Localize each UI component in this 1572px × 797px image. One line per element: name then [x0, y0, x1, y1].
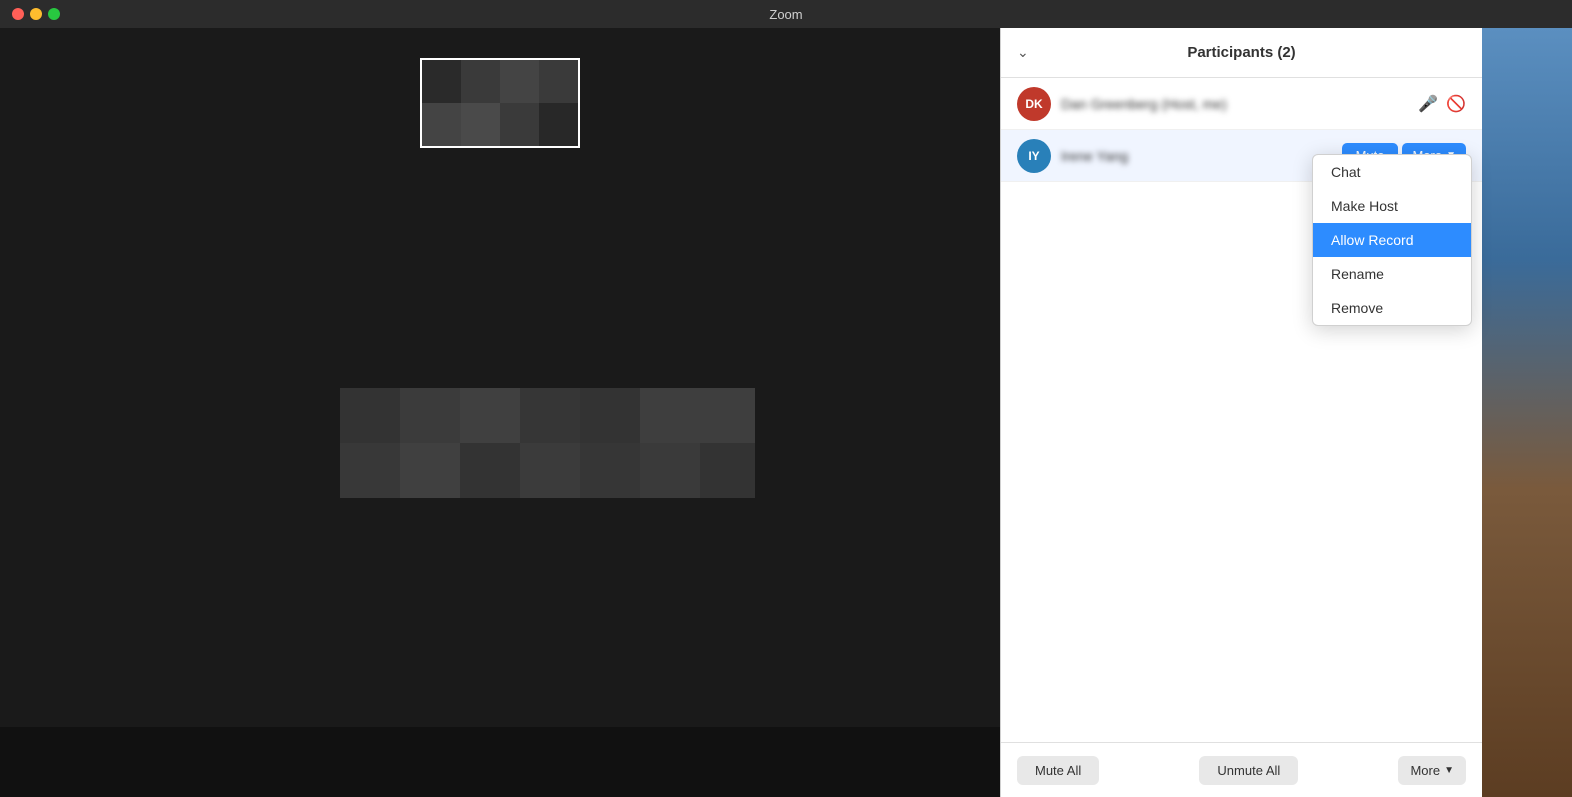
video-cell	[422, 60, 461, 103]
dropdown-item-chat[interactable]: Chat	[1313, 155, 1471, 189]
video-cell	[520, 443, 580, 498]
video-aside-block	[700, 388, 755, 498]
video-cell	[520, 388, 580, 443]
video-area	[0, 28, 1000, 797]
video-cell	[400, 443, 460, 498]
video-cell	[461, 103, 500, 146]
dropdown-item-make-host[interactable]: Make Host	[1313, 189, 1471, 223]
video-cell	[539, 103, 578, 146]
video-main-block	[340, 388, 700, 498]
avatar: IY	[1017, 139, 1051, 173]
window-title: Zoom	[769, 7, 802, 22]
traffic-lights	[12, 8, 60, 20]
microphone-icon: 🎤	[1418, 94, 1438, 114]
video-cell	[400, 388, 460, 443]
video-cell	[460, 388, 520, 443]
maximize-button[interactable]	[48, 8, 60, 20]
video-cell	[539, 60, 578, 103]
participant-name: Irene Yang	[1061, 148, 1342, 164]
video-cell	[340, 443, 400, 498]
dropdown-item-rename[interactable]: Rename	[1313, 257, 1471, 291]
video-cell	[640, 443, 700, 498]
panel-header: ⌄ Participants (2)	[1001, 28, 1482, 78]
video-cell	[461, 60, 500, 103]
video-cell	[460, 443, 520, 498]
participant-row: DK Dan Greenberg (Host, me) 🎤 🚫	[1001, 78, 1482, 130]
dropdown-item-allow-record[interactable]: Allow Record	[1313, 223, 1471, 257]
panel-footer: Mute All Unmute All More ▼	[1001, 742, 1482, 797]
video-cell	[700, 443, 755, 498]
title-bar: Zoom	[0, 0, 1572, 28]
avatar: DK	[1017, 87, 1051, 121]
chevron-down-icon: ▼	[1444, 765, 1454, 776]
video-canvas	[0, 28, 1000, 727]
unmute-all-button[interactable]: Unmute All	[1199, 756, 1298, 785]
participant-icons: 🎤 🚫	[1418, 94, 1466, 114]
video-cell	[500, 60, 539, 103]
close-button[interactable]	[12, 8, 24, 20]
collapse-chevron-icon[interactable]: ⌄	[1017, 44, 1029, 61]
video-toolbar	[0, 727, 1000, 797]
video-cell	[340, 388, 400, 443]
video-cell	[422, 103, 461, 146]
video-cell	[640, 388, 700, 443]
video-off-icon: 🚫	[1446, 94, 1466, 114]
footer-more-button[interactable]: More ▼	[1398, 756, 1466, 785]
video-cell	[700, 388, 755, 443]
video-thumbnail-top	[420, 58, 580, 148]
video-cell	[500, 103, 539, 146]
panel-title: Participants (2)	[1187, 44, 1295, 61]
mute-all-button[interactable]: Mute All	[1017, 756, 1099, 785]
desktop-wallpaper	[1482, 28, 1572, 797]
minimize-button[interactable]	[30, 8, 42, 20]
video-cell	[580, 443, 640, 498]
participants-panel: ⌄ Participants (2) DK Dan Greenberg (Hos…	[1000, 28, 1482, 797]
main-area: ⌄ Participants (2) DK Dan Greenberg (Hos…	[0, 28, 1572, 797]
video-cell	[580, 388, 640, 443]
participant-name: Dan Greenberg (Host, me)	[1061, 96, 1418, 112]
dropdown-item-remove[interactable]: Remove	[1313, 291, 1471, 325]
dropdown-menu: Chat Make Host Allow Record Rename Remov…	[1312, 154, 1472, 326]
